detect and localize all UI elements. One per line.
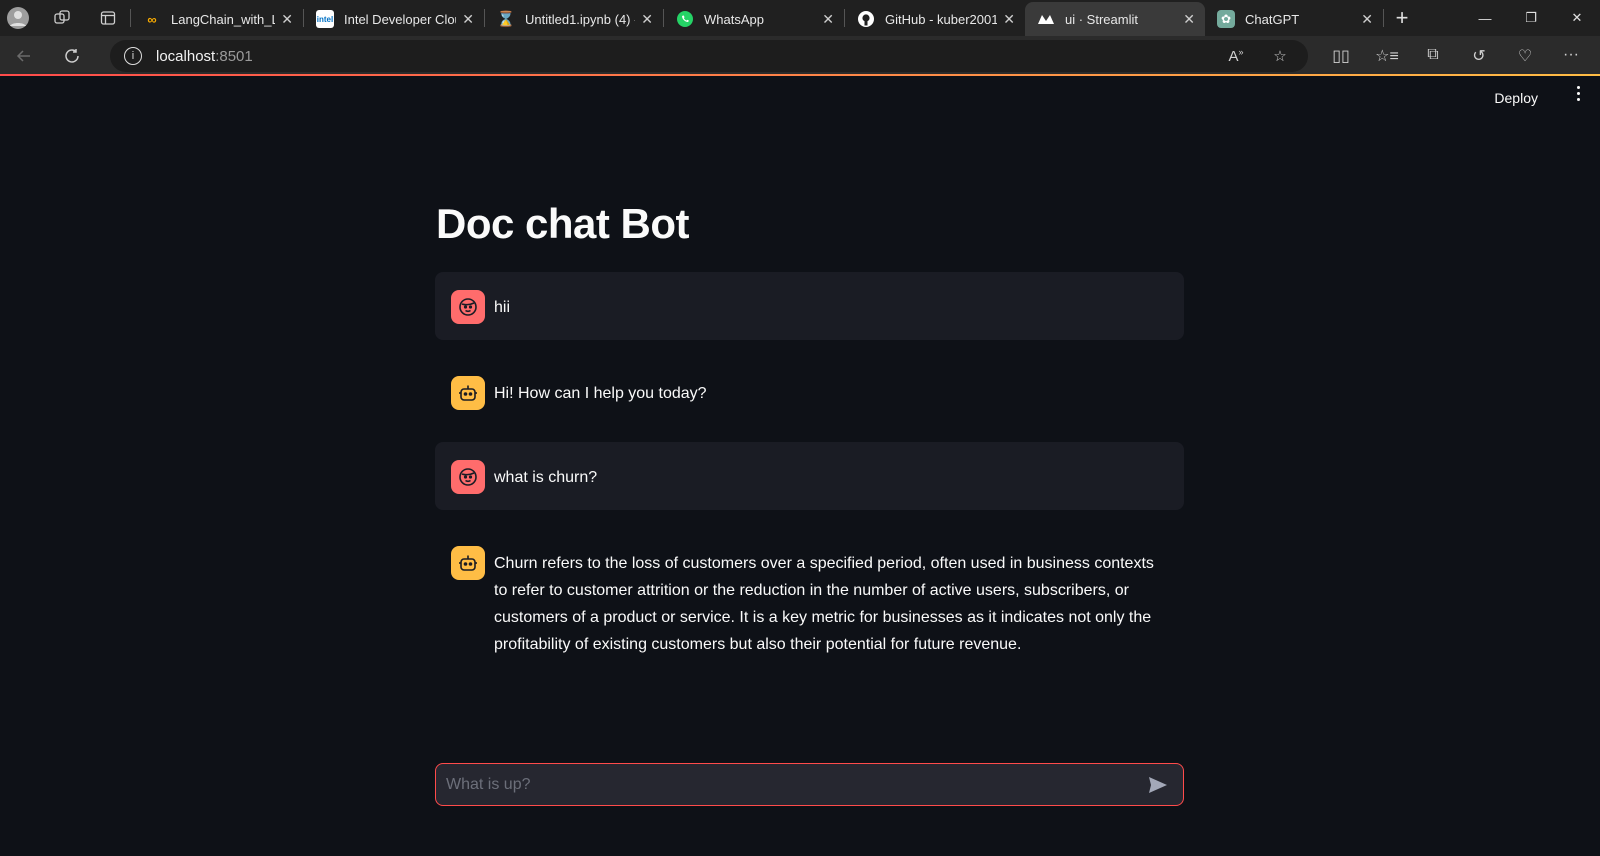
close-tab-icon[interactable]: ✕	[462, 11, 474, 28]
message-text: Churn refers to the loss of customers ov…	[494, 555, 1154, 653]
close-window-icon[interactable]: ✕	[1554, 0, 1600, 36]
close-tab-icon[interactable]: ✕	[1183, 11, 1195, 28]
close-tab-icon[interactable]: ✕	[1003, 11, 1015, 28]
tab-langchain[interactable]: ∞ LangChain_with_Llam ✕	[131, 2, 303, 36]
page-title: Doc chat Bot	[436, 200, 690, 247]
chat-message-assistant: Hi! How can I help you today?	[435, 358, 1184, 426]
send-icon[interactable]	[1145, 772, 1171, 798]
back-button[interactable]	[4, 38, 44, 74]
tab-chatgpt[interactable]: ✿ ChatGPT ✕	[1205, 2, 1383, 36]
restore-icon[interactable]: ❐	[1508, 0, 1554, 36]
site-info-icon[interactable]: i	[124, 47, 142, 65]
tab-intel[interactable]: intel Intel Developer Clou ✕	[304, 2, 484, 36]
new-tab-button[interactable]: +	[1384, 5, 1420, 31]
user-face-icon	[451, 290, 485, 324]
robot-icon	[451, 376, 485, 410]
more-options-icon[interactable]: ···	[1548, 46, 1594, 66]
chatgpt-icon: ✿	[1217, 10, 1235, 28]
browser-toolbar: i localhost :8501 A» ☆ ▯▯ ☆≡ ⧉ ↺ ♡ ···	[0, 36, 1600, 100]
whatsapp-icon	[676, 10, 694, 28]
url-port: :8501	[215, 47, 253, 65]
streamlit-icon	[1037, 10, 1055, 28]
url-host: localhost	[156, 47, 216, 65]
workspaces-icon[interactable]	[48, 4, 76, 32]
tab-actions-icon[interactable]	[94, 4, 122, 32]
message-text: what is churn?	[494, 469, 598, 486]
address-bar[interactable]: i localhost :8501 A» ☆	[110, 40, 1308, 72]
favorite-star-icon[interactable]: ☆	[1264, 47, 1296, 65]
streamlit-app: Deploy Doc chat Bot hii Hi! How can I he…	[0, 76, 1600, 856]
browser-tab-strip: ∞ LangChain_with_Llam ✕ intel Intel Deve…	[0, 0, 1600, 36]
chat-input-box	[435, 763, 1184, 806]
chat-message-user: what is churn?	[435, 442, 1184, 510]
close-tab-icon[interactable]: ✕	[281, 11, 293, 28]
user-face-icon	[451, 460, 485, 494]
tab-streamlit[interactable]: ui · Streamlit ✕	[1025, 2, 1205, 36]
split-screen-icon[interactable]: ▯▯	[1318, 46, 1364, 66]
tab-title: ChatGPT	[1245, 11, 1300, 27]
profile-avatar-icon[interactable]	[4, 4, 32, 32]
close-tab-icon[interactable]: ✕	[822, 11, 834, 28]
tab-title: WhatsApp	[704, 11, 764, 27]
github-icon	[857, 10, 875, 28]
window-controls: — ❐ ✕	[1462, 0, 1600, 36]
main-menu-icon[interactable]	[1572, 86, 1584, 101]
favorites-icon[interactable]: ☆≡	[1364, 46, 1410, 66]
tab-github[interactable]: GitHub - kuber2001 ✕	[845, 2, 1025, 36]
tab-title: LangChain_with_Llam	[171, 11, 276, 27]
performance-heart-icon[interactable]: ♡	[1502, 46, 1548, 66]
tab-untitled-notebook[interactable]: ⌛ Untitled1.ipynb (4) - ✕	[485, 2, 663, 36]
hourglass-icon: ⌛	[496, 11, 516, 28]
history-icon[interactable]: ↺	[1456, 46, 1502, 66]
intel-icon: intel	[316, 10, 334, 28]
tab-title: GitHub - kuber2001	[885, 11, 998, 27]
deploy-button[interactable]: Deploy	[1494, 90, 1538, 106]
chat-input[interactable]	[446, 775, 1145, 794]
message-text: Hi! How can I help you today?	[494, 385, 707, 402]
tab-title: Intel Developer Clou	[344, 11, 457, 27]
collections-icon[interactable]: ⧉	[1410, 46, 1456, 66]
tab-whatsapp[interactable]: WhatsApp ✕	[664, 2, 844, 36]
chat-message-user: hii	[435, 272, 1184, 340]
chat-message-assistant: Churn refers to the loss of customers ov…	[435, 528, 1184, 676]
robot-icon	[451, 546, 485, 580]
tab-title: ui · Streamlit	[1065, 11, 1138, 27]
message-text: hii	[494, 299, 511, 316]
close-tab-icon[interactable]: ✕	[641, 11, 653, 28]
tab-title: Untitled1.ipynb (4) -	[525, 11, 636, 27]
read-aloud-icon[interactable]: A»	[1220, 47, 1252, 65]
refresh-button[interactable]	[52, 38, 92, 74]
close-tab-icon[interactable]: ✕	[1361, 11, 1373, 28]
minimize-icon[interactable]: —	[1462, 0, 1508, 36]
colab-icon: ∞	[147, 11, 157, 27]
